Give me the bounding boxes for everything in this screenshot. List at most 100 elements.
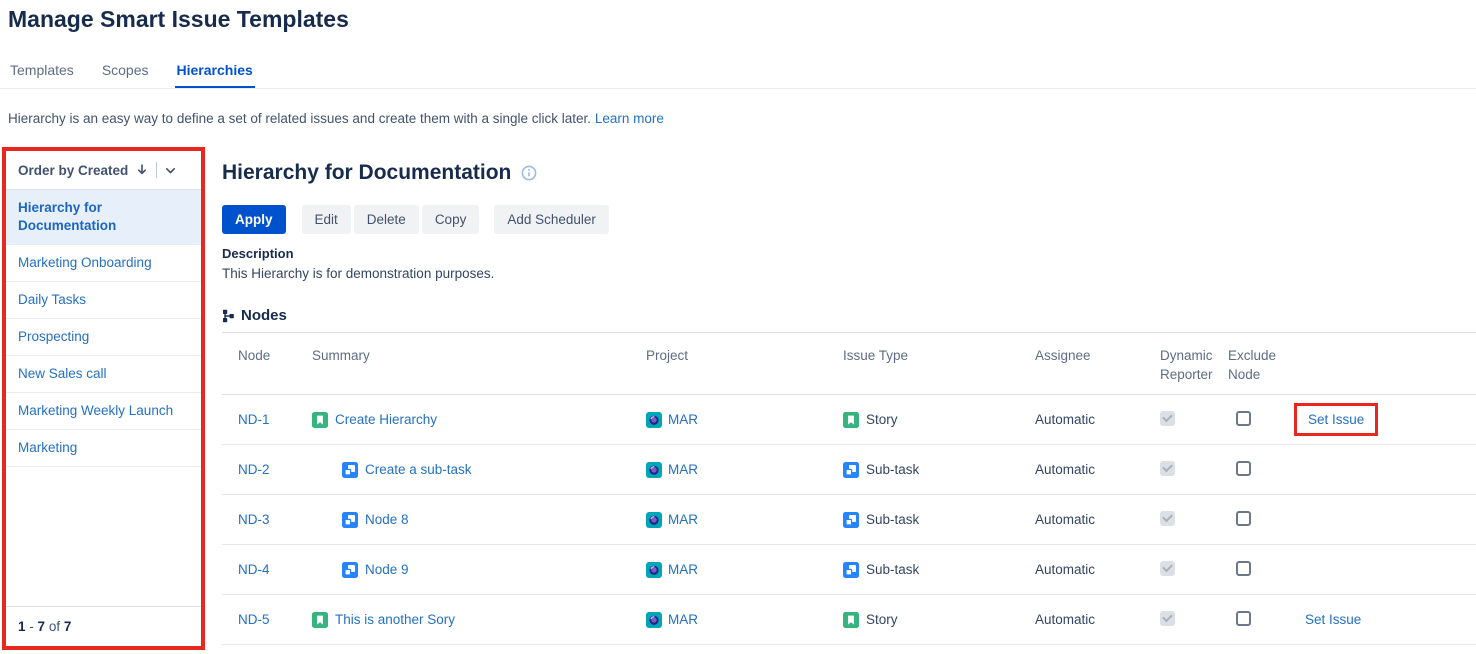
project-link[interactable]: MAR (668, 462, 698, 477)
dynamic-reporter-checkbox[interactable] (1160, 611, 1175, 626)
issue-type-label: Story (866, 612, 898, 627)
project-link[interactable]: MAR (668, 512, 698, 527)
chevron-down-icon[interactable] (164, 164, 177, 177)
tab-bar: Templates Scopes Hierarchies (0, 58, 1476, 89)
col-issue-type: Issue Type (843, 346, 1035, 365)
project-cell: MAR (646, 612, 843, 628)
exclude-node-checkbox[interactable] (1236, 561, 1251, 576)
add-scheduler-button[interactable]: Add Scheduler (494, 205, 609, 234)
set-issue-link[interactable]: Set Issue (1305, 612, 1361, 627)
action-cell: Set Issue (1305, 403, 1476, 436)
issue-type-cell: Sub-task (843, 512, 1035, 528)
pagination: 1 - 7 of 7 (6, 606, 201, 646)
table-row: ND-1 Create Hierarchy (222, 395, 1476, 445)
order-by-label[interactable]: Order by Created (18, 163, 128, 178)
exclude-node-checkbox[interactable] (1236, 411, 1251, 426)
dynamic-reporter-checkbox[interactable] (1160, 411, 1175, 426)
issue-type-cell: Sub-task (843, 562, 1035, 578)
tab-hierarchies[interactable]: Hierarchies (175, 58, 255, 88)
order-by-control[interactable]: Order by Created (6, 151, 201, 190)
issue-type-cell: Sub-task (843, 462, 1035, 478)
copy-button[interactable]: Copy (422, 205, 480, 234)
issue-type-label: Sub-task (866, 562, 919, 577)
dynamic-reporter-cell (1160, 411, 1228, 429)
hierarchy-list-item[interactable]: Hierarchy for Documentation (6, 190, 201, 245)
summary-link[interactable]: This is another Sory (335, 612, 455, 627)
table-row: ND-2 Create a sub-task (222, 445, 1476, 495)
dynamic-reporter-cell (1160, 561, 1228, 579)
page-from: 1 (18, 619, 26, 634)
issue-type-icon (342, 562, 358, 578)
assignee-cell: Automatic (1035, 412, 1160, 427)
hierarchy-list-item[interactable]: Daily Tasks (6, 282, 201, 319)
exclude-node-cell (1228, 561, 1305, 579)
issue-type-icon (312, 612, 328, 628)
exclude-node-checkbox[interactable] (1236, 511, 1251, 526)
issue-type-cell: Story (843, 412, 1035, 428)
set-issue-annotation: Set Issue (1294, 403, 1378, 436)
node-cell: ND-2 (222, 462, 312, 477)
sort-descending-icon[interactable] (135, 163, 149, 177)
tab-scopes[interactable]: Scopes (100, 58, 151, 88)
exclude-node-checkbox[interactable] (1236, 461, 1251, 476)
node-link[interactable]: ND-5 (238, 612, 270, 627)
issue-type-icon (312, 412, 328, 428)
summary-link[interactable]: Node 9 (365, 562, 409, 577)
delete-button[interactable]: Delete (354, 205, 419, 234)
summary-link[interactable]: Create Hierarchy (335, 412, 437, 427)
node-link[interactable]: ND-3 (238, 512, 270, 527)
hierarchy-list-item[interactable]: Marketing Weekly Launch (6, 393, 201, 430)
node-cell: ND-5 (222, 612, 312, 627)
dynamic-reporter-checkbox[interactable] (1160, 461, 1175, 476)
hierarchy-list-item[interactable]: Marketing Onboarding (6, 245, 201, 282)
set-issue-link[interactable]: Set Issue (1308, 412, 1364, 427)
nodes-table: Node Summary Project Issue Type Assignee… (222, 332, 1476, 645)
hierarchy-list-item[interactable]: New Sales call (6, 356, 201, 393)
hierarchy-icon (221, 308, 237, 324)
project-link[interactable]: MAR (668, 562, 698, 577)
issue-type-label: Sub-task (866, 462, 919, 477)
intro-text: Hierarchy is an easy way to define a set… (8, 111, 664, 126)
dynamic-reporter-checkbox[interactable] (1160, 561, 1175, 576)
project-cell: MAR (646, 512, 843, 528)
dynamic-reporter-checkbox[interactable] (1160, 511, 1175, 526)
project-avatar (646, 462, 662, 478)
action-cell: Set Issue (1305, 612, 1476, 627)
project-cell: MAR (646, 412, 843, 428)
node-link[interactable]: ND-2 (238, 462, 270, 477)
assignee-cell: Automatic (1035, 612, 1160, 627)
summary-link[interactable]: Create a sub-task (365, 462, 472, 477)
node-link[interactable]: ND-4 (238, 562, 270, 577)
issue-type-icon (342, 512, 358, 528)
col-assignee: Assignee (1035, 346, 1160, 365)
issue-type-label: Sub-task (866, 512, 919, 527)
node-link[interactable]: ND-1 (238, 412, 270, 427)
issue-type-icon (843, 512, 859, 528)
detail-header: Hierarchy for Documentation (222, 161, 537, 185)
project-avatar (646, 512, 662, 528)
page-to: 7 (38, 619, 46, 634)
apply-button[interactable]: Apply (222, 205, 286, 234)
manage-smart-issue-templates-page: Manage Smart Issue Templates Templates S… (0, 0, 1476, 654)
project-link[interactable]: MAR (668, 412, 698, 427)
assignee-cell: Automatic (1035, 512, 1160, 527)
dynamic-reporter-cell (1160, 611, 1228, 629)
col-dynamic-reporter: Dynamic Reporter (1160, 346, 1228, 384)
col-summary: Summary (312, 346, 646, 365)
learn-more-link[interactable]: Learn more (595, 111, 664, 126)
issue-type-icon (843, 412, 859, 428)
toolbar: Apply Edit Delete Copy Add Scheduler (222, 205, 612, 234)
summary-link[interactable]: Node 8 (365, 512, 409, 527)
exclude-node-checkbox[interactable] (1236, 611, 1251, 626)
info-icon[interactable] (521, 165, 537, 181)
table-row: ND-3 Node 8 (222, 495, 1476, 545)
hierarchy-list-item[interactable]: Marketing (6, 430, 201, 467)
hierarchy-list-item[interactable]: Prospecting (6, 319, 201, 356)
dynamic-reporter-cell (1160, 511, 1228, 529)
issue-type-icon (843, 462, 859, 478)
project-link[interactable]: MAR (668, 612, 698, 627)
tab-templates[interactable]: Templates (8, 58, 76, 88)
edit-button[interactable]: Edit (302, 205, 351, 234)
node-cell: ND-3 (222, 512, 312, 527)
hierarchy-list: Hierarchy for Documentation Marketing On… (6, 190, 201, 467)
